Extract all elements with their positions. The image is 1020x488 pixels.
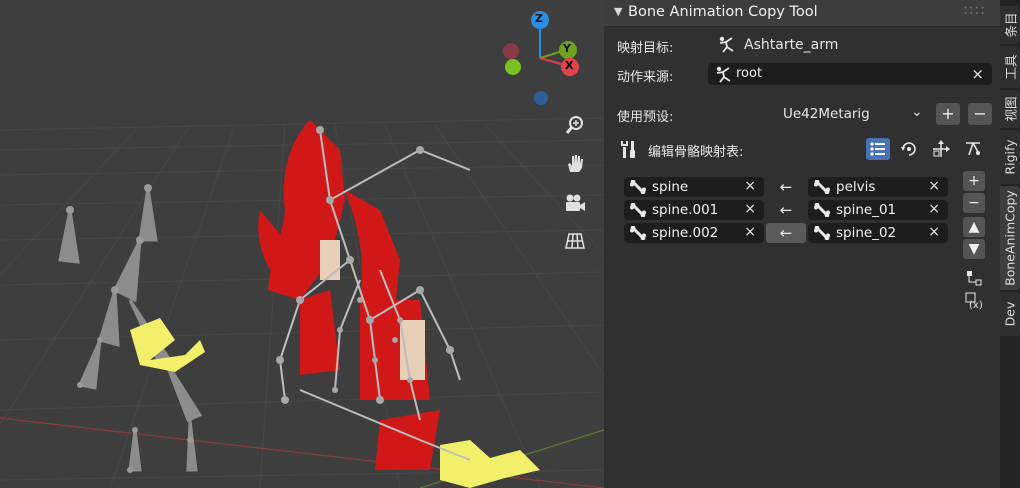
move-down-button[interactable]: ▼ (963, 239, 985, 259)
panel-title: Bone Animation Copy Tool (628, 4, 818, 20)
tab-4[interactable]: BoneAnimCopy (1000, 186, 1020, 290)
tab-1[interactable]: 工具 (1000, 46, 1020, 88)
add-mapping-button[interactable]: + (963, 171, 985, 191)
bone-constraint-icon[interactable] (961, 138, 985, 160)
sidebar-panel: ▼ Bone Animation Copy Tool :::: 映射目标: As… (604, 0, 1000, 488)
action-source-field[interactable]: root × (708, 63, 992, 85)
map-arrow[interactable]: ← (766, 177, 806, 197)
gizmo-y-label[interactable]: Y (563, 42, 571, 55)
viewport-scene (0, 0, 604, 488)
tab-label: 工具 (1003, 54, 1019, 80)
source-bone-name: spine_02 (836, 225, 897, 241)
target-bone-field[interactable]: spine.002 × (624, 223, 764, 243)
mapping-target-value[interactable]: Ashtarte_arm (744, 37, 838, 53)
bone-map-row: spine × ← pelvis × (624, 177, 948, 198)
svg-text:(x): (x) (969, 300, 983, 310)
add-preset-button[interactable]: + (936, 103, 960, 125)
armature-icon (714, 65, 732, 87)
gizmo-z-label[interactable]: Z (535, 12, 543, 25)
target-bone-name: spine.002 (652, 225, 719, 241)
target-bone-field[interactable]: spine × (624, 177, 764, 197)
tab-0[interactable]: 条目 (1000, 6, 1020, 44)
gizmo-x-label[interactable]: X (565, 59, 573, 72)
remove-mapping-button[interactable]: − (963, 193, 985, 213)
clear-source-bone-button[interactable]: × (928, 178, 940, 194)
drag-handle-icon[interactable]: :::: (963, 2, 986, 18)
clear-action-source-button[interactable]: × (971, 65, 984, 83)
preset-label: 使用预设: (617, 110, 674, 125)
source-bone-field[interactable]: spine_02 × (808, 223, 948, 243)
clear-source-bone-button[interactable]: × (928, 224, 940, 240)
tab-label: 条目 (1003, 12, 1019, 38)
tab-2[interactable]: 视图 (1000, 90, 1020, 128)
source-bone-field[interactable]: pelvis × (808, 177, 948, 197)
chevron-down-icon[interactable]: ⌄ (911, 104, 923, 120)
bone-map-row: spine.002 × ← spine_02 × (624, 223, 948, 244)
clear-target-bone-button[interactable]: × (744, 201, 756, 217)
tab-label: Dev (1002, 301, 1018, 327)
tab-3[interactable]: Rigify (1000, 130, 1020, 184)
3d-viewport[interactable]: Z Y X (0, 0, 604, 488)
list-view-button[interactable] (866, 138, 890, 160)
action-source-value: root (736, 66, 763, 81)
bone-map-row: spine.001 × ← spine_01 × (624, 200, 948, 221)
transform-bone-icon[interactable] (929, 138, 953, 160)
armature-icon (717, 35, 735, 57)
perspective-grid-icon[interactable] (562, 230, 588, 256)
source-bone-name: pelvis (836, 179, 876, 195)
target-bone-name: spine (652, 179, 689, 195)
source-bone-name: spine_01 (836, 202, 897, 218)
target-bone-field[interactable]: spine.001 × (624, 200, 764, 220)
driver-variable-icon[interactable]: (x) (963, 292, 985, 312)
edit-bone-map-label: 编辑骨骼映射表: (648, 145, 744, 160)
tab-label: BoneAnimCopy (1002, 190, 1018, 286)
clear-target-bone-button[interactable]: × (744, 178, 756, 194)
source-bone-field[interactable]: spine_01 × (808, 200, 948, 220)
panel-header[interactable]: ▼ Bone Animation Copy Tool :::: (604, 0, 1000, 27)
clear-target-bone-button[interactable]: × (744, 224, 756, 240)
zoom-icon[interactable] (562, 114, 588, 140)
map-arrow[interactable]: ← (766, 223, 806, 243)
tab-label: Rigify (1002, 139, 1018, 175)
tab-5[interactable]: Dev (1000, 292, 1020, 336)
tab-label: 视图 (1003, 96, 1019, 122)
map-arrow[interactable]: ← (766, 200, 806, 220)
mapping-target-label: 映射目标: (617, 41, 674, 56)
wrench-screwdriver-icon (619, 139, 639, 163)
collapse-caret-icon[interactable]: ▼ (614, 5, 622, 18)
clear-source-bone-button[interactable]: × (928, 201, 940, 217)
pan-hand-icon[interactable] (562, 152, 588, 178)
hierarchy-icon[interactable] (963, 269, 985, 289)
move-up-button[interactable]: ▲ (963, 217, 985, 237)
preset-dropdown[interactable]: Ue42Metarig (783, 106, 870, 122)
camera-icon[interactable] (562, 192, 588, 218)
target-bone-name: spine.001 (652, 202, 719, 218)
action-source-label: 动作来源: (617, 70, 674, 85)
rotate-bone-icon[interactable] (897, 138, 921, 160)
remove-preset-button[interactable]: − (968, 103, 992, 125)
sidebar-tabs: 条目工具视图 Rigify BoneAnimCopy Dev (1000, 0, 1020, 488)
